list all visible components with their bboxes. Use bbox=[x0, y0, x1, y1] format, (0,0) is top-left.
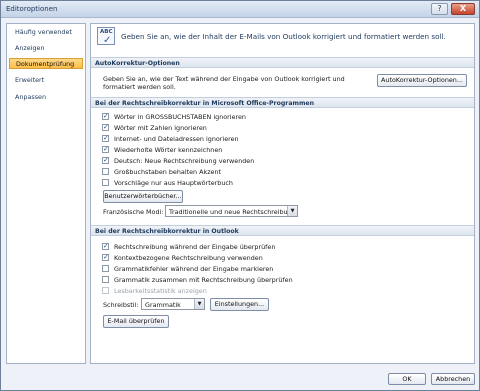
writing-style-select[interactable]: Grammatik ▼ bbox=[141, 298, 205, 310]
checkbox-box[interactable]: ✓ bbox=[102, 253, 109, 261]
checkbox-label: Großbuchstaben behalten Akzent bbox=[114, 167, 222, 176]
custom-dictionaries-button[interactable]: Benutzerwörterbücher... bbox=[103, 190, 183, 203]
french-modes-label: Französische Modi: bbox=[103, 208, 164, 216]
checkbox-box[interactable] bbox=[102, 276, 109, 283]
check-email-button[interactable]: E-Mail überprüfen bbox=[103, 315, 169, 328]
chevron-down-icon[interactable]: ▼ bbox=[287, 206, 297, 216]
resize-grip-icon[interactable]: ⋰ bbox=[469, 380, 477, 388]
checkbox-label: Vorschläge nur aus Hauptwörterbuch bbox=[114, 178, 233, 187]
checkbox-label: Grammatik zusammen mit Rechtschreibung ü… bbox=[114, 275, 293, 284]
checkbox-label: Rechtschreibung während der Eingabe über… bbox=[114, 242, 276, 251]
checkbox-box bbox=[102, 287, 109, 294]
checkbox-box[interactable]: ✓ bbox=[102, 156, 109, 164]
sidebar-item-haeufig-verwendet[interactable]: Häufig verwendet bbox=[9, 27, 83, 38]
sidebar-item-anpassen[interactable]: Anpassen bbox=[9, 92, 83, 103]
writing-style-value: Grammatik bbox=[145, 300, 181, 309]
checkbox-label: Deutsch: Neue Rechtschreibung verwenden bbox=[114, 156, 255, 165]
checkbox-label: Internet- und Dateiadressen ignorieren bbox=[114, 134, 239, 143]
ok-button[interactable]: OK bbox=[388, 373, 426, 385]
checkbox-label: Wiederholte Wörter kennzeichnen bbox=[114, 145, 223, 154]
content-pane: ABC ✓ Geben Sie an, wie der Inhalt der E… bbox=[90, 23, 475, 364]
window-title: Editoroptionen bbox=[6, 5, 58, 13]
title-bar: Editoroptionen ? X bbox=[1, 1, 479, 18]
checkbox-box[interactable]: ✓ bbox=[102, 123, 109, 131]
checkbox-box[interactable]: ✓ bbox=[102, 145, 109, 153]
sidebar-item-dokumentpruefung[interactable]: Dokumentprüfung bbox=[9, 58, 83, 69]
autocorrect-description: Geben Sie an, wie der Text während der E… bbox=[103, 75, 345, 91]
sidebar: Häufig verwendet Anzeigen Dokumentprüfun… bbox=[6, 23, 86, 364]
checkbox-label: Wörter mit Zahlen ignorieren bbox=[114, 123, 207, 132]
writing-style-label: Schreibstil: bbox=[103, 301, 139, 309]
autocorrect-options-button[interactable]: AutoKorrektur-Optionen... bbox=[377, 74, 467, 87]
checkbox-box[interactable]: ✓ bbox=[102, 134, 109, 142]
french-modes-select[interactable]: Traditionelle und neue Rechtschreibung ▼ bbox=[165, 205, 298, 217]
checkbox-box[interactable]: ✓ bbox=[102, 112, 109, 120]
help-button[interactable]: ? bbox=[431, 3, 448, 15]
sidebar-item-erweitert[interactable]: Erweitert bbox=[9, 75, 83, 86]
page-description: Geben Sie an, wie der Inhalt der E-Mails… bbox=[121, 32, 446, 41]
checkbox-box[interactable] bbox=[102, 179, 109, 186]
checkbox-label: Lesbarkeitsstatistik anzeigen bbox=[114, 286, 207, 295]
section-autocorrect-header: AutoKorrektur-Optionen bbox=[91, 57, 474, 68]
abc-check-icon: ABC ✓ bbox=[97, 27, 115, 46]
editor-options-dialog: Editoroptionen ? X Häufig verwendet Anze… bbox=[0, 0, 480, 391]
close-button[interactable]: X bbox=[451, 3, 475, 15]
checkbox-label: Grammatikfehler während der Eingabe mark… bbox=[114, 264, 274, 273]
french-modes-value: Traditionelle und neue Rechtschreibung bbox=[169, 207, 296, 216]
checkbox-label: Kontextbezogene Rechtschreibung verwende… bbox=[114, 253, 263, 262]
section-outlook-spelling-header: Bei der Rechtschreibkorrektur in Outlook bbox=[91, 225, 474, 236]
checkbox-label: Wörter in GROSSBUCHSTABEN ignorieren bbox=[114, 112, 246, 121]
checkbox-box[interactable]: ✓ bbox=[102, 242, 109, 250]
checkbox-box[interactable] bbox=[102, 265, 109, 272]
sidebar-item-anzeigen[interactable]: Anzeigen bbox=[9, 43, 83, 54]
chevron-down-icon[interactable]: ▼ bbox=[194, 299, 204, 309]
checkbox-box[interactable] bbox=[102, 168, 109, 175]
section-office-spelling-header: Bei der Rechtschreibkorrektur in Microso… bbox=[91, 97, 474, 108]
settings-button[interactable]: Einstellungen... bbox=[210, 298, 269, 311]
